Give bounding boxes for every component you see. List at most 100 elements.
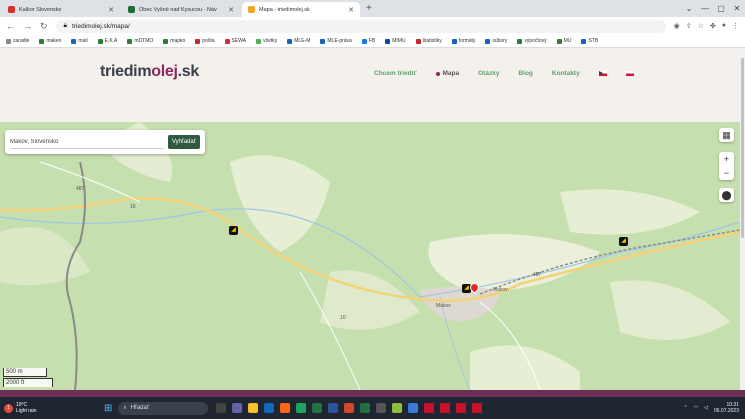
teams-icon[interactable] (232, 403, 243, 413)
forward-icon[interactable]: → (23, 21, 32, 31)
map-area[interactable]: Vyhľadať ▦ + − ⬤ ◢ ◢ ◢ Makov Makov 487 1… (0, 122, 740, 390)
zoom-in-button[interactable]: + (719, 152, 734, 166)
lock-icon[interactable]: 🔒︎ (64, 22, 67, 30)
tray-chevron-icon[interactable]: ⌃ (684, 405, 688, 411)
bookmark-favicon-icon (224, 38, 230, 44)
bookmark-item[interactable]: MLE-M (287, 38, 310, 44)
bookmark-star-icon[interactable]: ☆ (698, 22, 704, 30)
edge-icon[interactable] (264, 403, 275, 413)
map-layers-icon[interactable]: ▦ (719, 128, 734, 142)
pl-flag-icon[interactable] (625, 71, 634, 76)
bookmark-label: mail (78, 38, 88, 44)
word-icon[interactable] (328, 403, 339, 413)
map-layers-control[interactable]: ▦ (719, 128, 734, 142)
bookmark-item[interactable]: SEWA (224, 38, 246, 44)
close-window-icon[interactable]: ✕ (729, 0, 745, 17)
taskbar-search[interactable]: ⌕ Hľadať (118, 401, 209, 415)
clock[interactable]: 10:31 06.07.2023 (714, 402, 739, 414)
bookmark-item[interactable]: súbory (485, 38, 507, 44)
tab-search-icon[interactable]: ⌄ (681, 0, 697, 17)
file-explorer-icon[interactable] (248, 403, 259, 413)
cs-flag-icon[interactable] (598, 71, 607, 76)
url-field[interactable]: 🔒︎ triedimolej.sk/mapa/ (55, 19, 666, 33)
location-pin-icon[interactable]: ⬤ (719, 188, 734, 202)
share-icon[interactable]: ⇪ (686, 22, 692, 30)
excel-icon[interactable] (312, 403, 323, 413)
close-icon[interactable]: ✕ (108, 6, 114, 14)
bookmark-label: štatistiky (422, 38, 442, 44)
app-icon[interactable] (408, 403, 419, 413)
app-icon[interactable] (360, 403, 371, 413)
site-logo[interactable]: triedimolej.sk (100, 63, 199, 81)
collection-point-marker[interactable]: ◢ (229, 226, 238, 235)
close-icon[interactable]: ✕ (228, 6, 234, 14)
scrollbar-thumb[interactable] (741, 58, 744, 238)
bookmark-favicon-icon (415, 38, 421, 44)
new-tab-button[interactable]: + (366, 2, 372, 17)
menu-item-mapa[interactable]: Mapa (435, 70, 459, 77)
menu-item-kontakty[interactable]: Kontakty (552, 70, 580, 77)
bookmark-favicon-icon (361, 38, 367, 44)
windows-start-icon[interactable]: ⊞ (104, 403, 112, 414)
bookmark-item[interactable]: MIMU (385, 38, 406, 44)
menu-item-blog[interactable]: Blog (518, 70, 532, 77)
extension-icon[interactable]: ◉ (674, 22, 680, 30)
locate-control[interactable]: ⬤ (719, 188, 734, 202)
bookmark-label: FB (368, 38, 376, 44)
close-icon[interactable]: ✕ (348, 6, 354, 14)
bookmark-item[interactable]: zaradie (6, 38, 29, 44)
bookmark-item[interactable]: makeo (39, 38, 61, 44)
volume-icon[interactable]: ◁ (704, 405, 708, 411)
bookmark-item[interactable]: mDTMO (127, 38, 153, 44)
browser-tab-active[interactable]: Mapa - triedimolej.sk ✕ (242, 2, 360, 17)
bookmark-item[interactable]: výpočtový (517, 38, 547, 44)
browser-tab[interactable]: Obec Vyšné nad Kysucou - Náv ✕ (122, 2, 240, 17)
bookmark-item[interactable]: všetky (256, 38, 277, 44)
task-view-icon[interactable] (216, 403, 227, 413)
app-icon[interactable] (456, 403, 467, 413)
scale-metric: 500 m (3, 368, 47, 377)
bookmark-item[interactable]: formáty (451, 38, 475, 44)
weather-widget[interactable]: 1 19°C Light rain (0, 402, 100, 414)
bookmark-favicon-icon (97, 38, 103, 44)
bookmark-item[interactable]: MU (556, 38, 571, 44)
back-icon[interactable]: ← (6, 21, 15, 31)
app-icon[interactable] (472, 403, 483, 413)
powerpoint-icon[interactable] (344, 403, 355, 413)
bookmark-item[interactable]: pošta (195, 38, 215, 44)
bookmark-item[interactable]: E.K.A (97, 38, 117, 44)
window-controls: ⌄ — ▢ ✕ (681, 0, 745, 17)
bookmark-item[interactable]: STB (581, 38, 598, 44)
search-button[interactable]: Vyhľadať (167, 135, 200, 149)
bookmark-item[interactable]: štatistiky (415, 38, 442, 44)
app-icon[interactable] (392, 403, 403, 413)
bookmark-item[interactable]: MLE-práva (320, 38, 352, 44)
site-footer-strip (0, 390, 745, 397)
active-dot-icon (435, 71, 440, 76)
browser-tab[interactable]: Kalkor Slovensko ✕ (2, 2, 120, 17)
bookmark-item[interactable]: FB (361, 38, 376, 44)
bookmark-item[interactable]: mapko (163, 38, 185, 44)
bookmark-favicon-icon (581, 38, 587, 44)
menu-item-chcem-triedit[interactable]: Chcem triediť (374, 70, 417, 77)
app-icon[interactable] (376, 403, 387, 413)
menu-item-otazky[interactable]: Otázky (478, 70, 499, 77)
map-search-input[interactable] (10, 135, 164, 149)
reload-icon[interactable]: ↻ (40, 21, 48, 32)
app-icon[interactable] (440, 403, 451, 413)
collection-point-marker[interactable]: ◢ (619, 237, 628, 246)
maximize-icon[interactable]: ▢ (713, 0, 729, 17)
page-scrollbar[interactable] (740, 48, 745, 390)
chrome-icon[interactable] (296, 403, 307, 413)
menu-icon[interactable]: ⋮ (732, 22, 739, 30)
bookmark-item[interactable]: mail (71, 38, 88, 44)
firefox-icon[interactable] (280, 403, 291, 413)
app-icon[interactable] (424, 403, 435, 413)
minimize-icon[interactable]: — (697, 0, 713, 17)
wifi-icon[interactable]: ◠ (694, 405, 698, 411)
zoom-out-button[interactable]: − (719, 166, 734, 180)
scale-imperial: 2000 ft (3, 378, 53, 387)
taskbar-search-label: Hľadať (130, 405, 150, 411)
puzzle-icon[interactable]: ✤ (710, 22, 716, 30)
profile-icon[interactable]: ● (722, 22, 726, 30)
